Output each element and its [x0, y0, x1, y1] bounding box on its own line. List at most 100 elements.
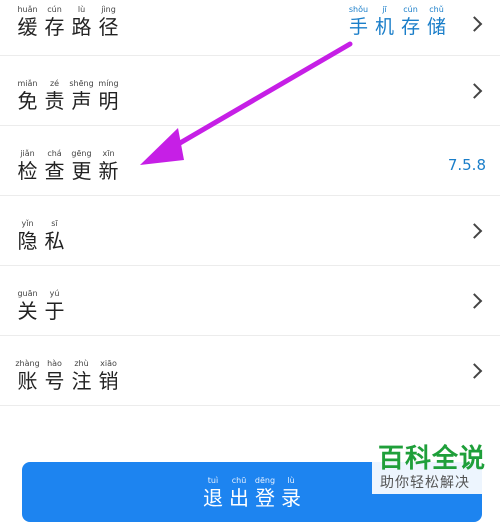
hanzi: 销 [98, 369, 119, 393]
char: sī 私 [43, 219, 66, 253]
settings-row-about[interactable]: guān 关 yú 于 [0, 266, 500, 336]
char: lù 录 [279, 476, 303, 522]
hanzi: 登 [255, 486, 275, 510]
char: lù 路 [70, 5, 93, 39]
pinyin: xīn [102, 149, 115, 158]
hanzi: 新 [98, 159, 119, 183]
hanzi: 退 [203, 486, 223, 510]
char: shǒu 手 [347, 5, 370, 39]
logout-label: tuì 退 chū 出 dēng 登 lù 录 [201, 476, 303, 522]
settings-row-disclaimer[interactable]: miǎn 免 zé 责 shēng 声 míng 明 [0, 56, 500, 126]
pinyin: dēng [254, 476, 276, 485]
pinyin: guān [17, 289, 38, 298]
pinyin: cún [47, 5, 62, 14]
char: cún 存 [399, 5, 422, 39]
char: yǐn 隐 [16, 219, 39, 253]
pinyin: zhàng [15, 359, 40, 368]
char: huǎn 缓 [16, 5, 39, 39]
hanzi: 关 [17, 299, 38, 323]
hanzi: 隐 [17, 229, 38, 253]
char: jìng 径 [97, 5, 120, 39]
hanzi: 号 [44, 369, 65, 393]
char: shēng 声 [69, 79, 94, 113]
char: zhù 注 [70, 359, 93, 393]
pinyin: zé [49, 79, 60, 88]
char: cún 存 [43, 5, 66, 39]
settings-row-check-update[interactable]: jiǎn 检 chá 查 gēng 更 xīn 新 7.5.8 [0, 126, 500, 196]
hanzi: 出 [229, 486, 249, 510]
char: miǎn 免 [16, 79, 39, 113]
pinyin: xiāo [100, 359, 117, 368]
hanzi: 更 [71, 159, 92, 183]
chevron-right-icon [466, 292, 483, 309]
char: zé 责 [43, 79, 66, 113]
settings-row-cache-path[interactable]: huǎn 缓 cún 存 lù 路 jìng 径 shǒu 手 jī 机 cún 存 chǔ 储 [0, 0, 500, 56]
hanzi: 于 [44, 299, 65, 323]
row-label: jiǎn 检 chá 查 gēng 更 xīn 新 [16, 149, 120, 183]
hanzi: 存 [400, 16, 420, 38]
char: guān 关 [16, 289, 39, 323]
char: jiǎn 检 [16, 149, 39, 183]
char: jī 机 [373, 5, 396, 39]
hanzi: 存 [44, 15, 65, 39]
pinyin: yú [49, 289, 60, 298]
watermark-title: 百科全说 [378, 444, 487, 474]
pinyin: gēng [71, 149, 92, 158]
pinyin: lù [77, 5, 86, 14]
settings-list: huǎn 缓 cún 存 lù 路 jìng 径 shǒu 手 jī 机 cún 存 chǔ 储… [0, 0, 500, 406]
row-label: huǎn 缓 cún 存 lù 路 jìng 径 [16, 5, 120, 39]
pinyin: cún [403, 5, 418, 14]
settings-row-privacy[interactable]: yǐn 隐 sī 私 [0, 196, 500, 266]
hanzi: 手 [348, 16, 368, 38]
pinyin: sī [51, 219, 58, 228]
chevron-right-icon [466, 82, 483, 99]
hanzi: 明 [98, 89, 119, 113]
char: xīn 新 [97, 149, 120, 183]
char: hào 号 [43, 359, 66, 393]
pinyin: tuì [207, 476, 219, 485]
char: chū 出 [227, 476, 251, 522]
chevron-right-icon [466, 222, 483, 239]
pinyin: huǎn [17, 5, 38, 14]
hanzi: 责 [44, 89, 65, 113]
char: chá 查 [43, 149, 66, 183]
storage-value: shǒu 手 jī 机 cún 存 chǔ 储 [347, 5, 448, 39]
row-label: miǎn 免 zé 责 shēng 声 míng 明 [16, 79, 120, 113]
hanzi: 录 [281, 486, 301, 510]
pinyin: hào [47, 359, 62, 368]
pinyin: zhù [74, 359, 89, 368]
pinyin: chá [47, 149, 62, 158]
watermark-subtitle: 助你轻松解决 [380, 475, 470, 491]
pinyin: jìng [101, 5, 116, 14]
hanzi: 私 [44, 229, 65, 253]
char: míng 明 [97, 79, 120, 113]
char: chǔ 储 [425, 5, 448, 39]
char: tuì 退 [201, 476, 225, 522]
pinyin: miǎn [17, 79, 38, 88]
settings-row-account-cancel[interactable]: zhàng 账 hào 号 zhù 注 xiāo 销 [0, 336, 500, 406]
hanzi: 查 [44, 159, 65, 183]
row-label: yǐn 隐 sī 私 [16, 219, 66, 253]
row-label: guān 关 yú 于 [16, 289, 66, 323]
hanzi: 机 [374, 16, 394, 38]
hanzi: 路 [71, 15, 92, 39]
char: xiāo 销 [97, 359, 120, 393]
pinyin: shēng [69, 79, 94, 88]
char: yú 于 [43, 289, 66, 323]
hanzi: 径 [98, 15, 119, 39]
hanzi: 声 [71, 89, 92, 113]
version-number: 7.5.8 [447, 156, 486, 174]
hanzi: 检 [17, 159, 38, 183]
pinyin: lù [287, 476, 295, 485]
char: zhàng 账 [15, 359, 40, 393]
row-label: zhàng 账 hào 号 zhù 注 xiāo 销 [15, 359, 120, 393]
chevron-right-icon [466, 16, 483, 32]
hanzi: 免 [17, 89, 38, 113]
hanzi: 注 [71, 369, 92, 393]
pinyin: jī [382, 5, 387, 14]
pinyin: míng [98, 79, 119, 88]
pinyin: jiǎn [20, 149, 35, 158]
pinyin: chū [231, 476, 247, 485]
char: dēng 登 [253, 476, 277, 522]
hanzi: 储 [426, 16, 446, 38]
